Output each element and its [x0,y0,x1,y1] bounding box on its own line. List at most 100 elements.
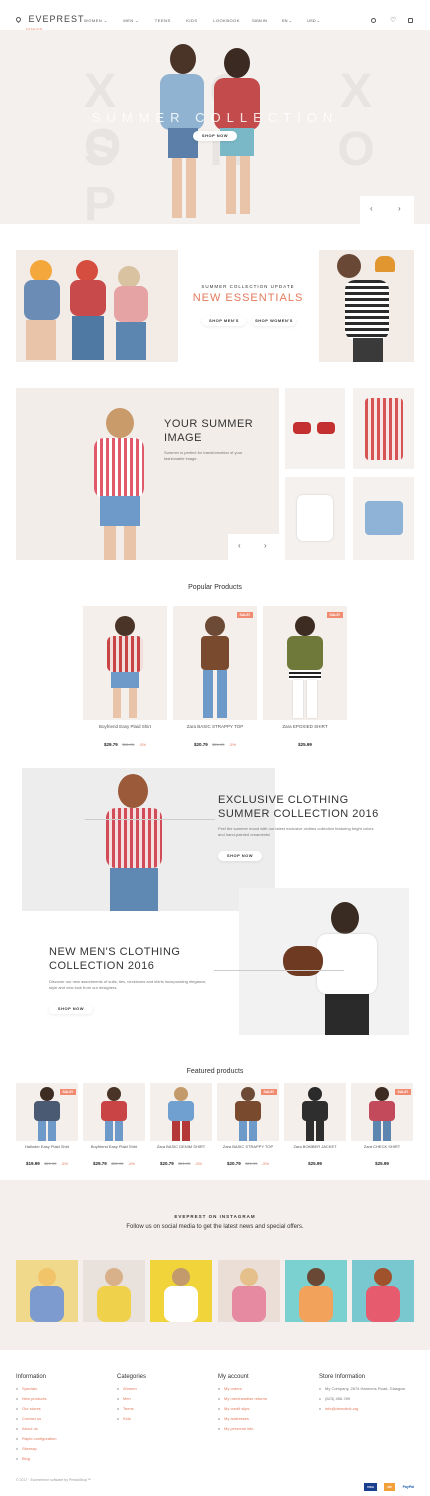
footer-link[interactable]: Sitemap [16,1444,106,1454]
product-card[interactable]: SALE! Zara BASIC STRAPPY TOP $20.79 $21.… [173,606,257,747]
footer-link-label[interactable]: My merchandise returns [224,1396,267,1401]
nav-men[interactable]: MEN ⌄ [123,18,139,23]
footer-link[interactable]: My credit slips [218,1404,308,1414]
product-price: $25.99 [375,1161,389,1166]
footer-link-label[interactable]: Sitemap [22,1446,37,1451]
nav-lookbook[interactable]: LOOKBOOK [213,18,240,23]
product-name[interactable]: Zara CHECK SHIRT [351,1144,413,1149]
store-email[interactable]: info@demolink.org [325,1406,358,1411]
shop-mens-button[interactable]: SHOP MEN'S [202,316,246,326]
sign-in-link[interactable]: SIGN IN [252,18,267,23]
footer-link-label[interactable]: Specials [22,1386,37,1391]
tile-plaid-shirt[interactable] [353,388,414,469]
footer-link-label[interactable]: Women [123,1386,137,1391]
footer-link-label[interactable]: My personal info [224,1426,253,1431]
featured-product-card[interactable]: Boyfriend Easy Plaid Shirt $29.79 $31.95 … [83,1083,145,1166]
summer-prev-arrow-icon[interactable]: ‹ [238,541,241,550]
language-select[interactable]: EN ⌄ [282,18,292,23]
footer-link[interactable]: Kids [117,1414,207,1424]
footer-link-label[interactable]: My addresses [224,1416,249,1421]
product-name[interactable]: Zara BASIC DENIM SHIRT [150,1144,212,1149]
product-name[interactable]: Zara BOMBER JACKET [284,1144,346,1149]
product-image [83,1083,145,1141]
product-name[interactable]: Halloder Easy Plaid Shirt [16,1144,78,1149]
footer-link[interactable]: My merchandise returns [218,1394,308,1404]
footer-link[interactable]: Rapid configuration [16,1434,106,1444]
footer-link[interactable]: Our stores [16,1404,106,1414]
instagram-photo[interactable] [83,1260,145,1322]
logo[interactable]: EVEPREST FASHION [14,9,84,31]
hero-shop-now-button[interactable]: SHOP NOW [193,131,237,141]
nav-teens[interactable]: TEENS [155,18,171,23]
product-name[interactable]: Zara BASIC STRAPPY TOP [173,724,257,729]
footer-link-label[interactable]: Men [123,1396,131,1401]
product-name[interactable]: Zara EPOXIED SHIRT [263,724,347,729]
product-card[interactable]: SALE! Zara EPOXIED SHIRT $25.99 [263,606,347,747]
product-discount: -5% [228,742,237,747]
product-card[interactable]: Boyfriend Easy Plaid Shirt $29.79 $31.95… [83,606,167,747]
sale-badge: SALE! [394,1089,411,1095]
nav-kids[interactable]: KIDS [186,18,197,23]
footer-link-label[interactable]: New products [22,1396,46,1401]
instagram-photo[interactable] [16,1260,78,1322]
product-old-price: $21.95 [44,1161,57,1166]
footer-copyright: © 2017 · Ecommerce software by PrestaSho… [16,1478,91,1482]
mens-shop-now-button[interactable]: SHOP NOW [49,1004,93,1014]
store-address: My Company, 2674 Harmons Road, Glasgow [325,1386,406,1391]
footer-link-label[interactable]: Our stores [22,1406,41,1411]
search-icon[interactable] [371,18,376,23]
sale-badge: SALE! [59,1089,76,1095]
featured-product-card[interactable]: SALE! Zara BASIC STRAPPY TOP $20.79 $21.95… [217,1083,279,1166]
product-old-price: $21.95 [212,742,225,747]
shop-womens-button[interactable]: SHOP WOMEN'S [252,316,296,326]
footer-heading: My account [218,1374,249,1380]
hero-prev-arrow-icon[interactable]: ‹ [370,204,373,213]
footer-link[interactable]: Teens [117,1404,207,1414]
product-name[interactable]: Zara BASIC STRAPPY TOP [217,1144,279,1149]
tile-sunglasses[interactable] [285,388,345,469]
product-discount: -5% [138,742,147,747]
footer-link[interactable]: My personal info [218,1424,308,1434]
product-price-row: $29.79 $31.95 -5% [83,1152,145,1170]
currency-select[interactable]: USD ⌄ [307,18,320,23]
footer-link[interactable]: Contact us [16,1414,106,1424]
exclusive-shop-now-button[interactable]: SHOP NOW [218,851,262,861]
mens-desc: Discover our new assortments of suits, t… [49,979,207,990]
product-image [263,606,347,720]
tile-denim-shorts[interactable] [353,477,414,560]
wishlist-heart-icon[interactable]: ♡ [390,16,396,24]
hero-next-arrow-icon[interactable]: › [398,204,401,213]
tile-white-top[interactable] [285,477,345,560]
featured-product-card[interactable]: Zara BOMBER JACKET $25.99 [284,1083,346,1166]
cart-icon[interactable] [408,18,413,23]
product-price-row: $29.79 $31.95 -5% [83,733,167,751]
footer-link-label[interactable]: Contact us [22,1416,41,1421]
footer-link-label[interactable]: Blog [22,1456,30,1461]
featured-product-card[interactable]: SALE! Zara CHECK SHIRT $25.99 [351,1083,413,1166]
footer-link[interactable]: My addresses [218,1414,308,1424]
product-name[interactable]: Boyfriend Easy Plaid Shirt [83,1144,145,1149]
footer-link[interactable]: Specials [16,1384,106,1394]
featured-product-card[interactable]: Zara BASIC DENIM SHIRT $20.79 $21.95 -5% [150,1083,212,1166]
footer-link-label[interactable]: About us [22,1426,38,1431]
nav-women[interactable]: WOMEN ⌄ [84,18,108,23]
footer-link-label[interactable]: My orders [224,1386,242,1391]
footer-link-label[interactable]: My credit slips [224,1406,249,1411]
footer-link[interactable]: Men [117,1394,207,1404]
instagram-title: Follow us on social media to get the lat… [126,1224,304,1230]
featured-product-card[interactable]: SALE! Halloder Easy Plaid Shirt $19.99 $21… [16,1083,78,1166]
footer-link[interactable]: Women [117,1384,207,1394]
footer-link-label[interactable]: Kids [123,1416,131,1421]
product-name[interactable]: Boyfriend Easy Plaid Shirt [83,724,167,729]
instagram-photo[interactable] [352,1260,414,1322]
footer-link-label[interactable]: Rapid configuration [22,1436,56,1441]
instagram-photo[interactable] [285,1260,347,1322]
footer-link-label[interactable]: Teens [123,1406,134,1411]
footer-link[interactable]: My orders [218,1384,308,1394]
instagram-photo[interactable] [150,1260,212,1322]
summer-next-arrow-icon[interactable]: › [264,541,267,550]
footer-link[interactable]: About us [16,1424,106,1434]
instagram-photo[interactable] [218,1260,280,1322]
footer-link[interactable]: New products [16,1394,106,1404]
footer-link[interactable]: Blog [16,1454,106,1464]
